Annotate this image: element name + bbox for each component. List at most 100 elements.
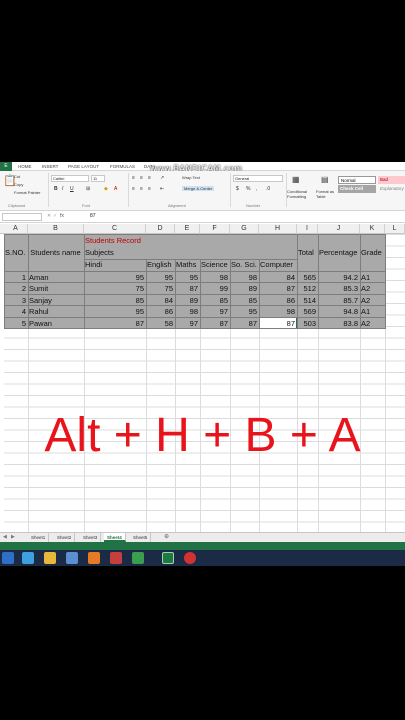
- column-header[interactable]: E: [175, 224, 200, 234]
- tab-sheet1[interactable]: Sheet1: [28, 533, 50, 542]
- alignment-group-label: Alignment: [168, 203, 186, 208]
- separator: [48, 173, 49, 207]
- header-science[interactable]: Science: [201, 259, 228, 271]
- app-icon[interactable]: [110, 552, 122, 564]
- media-icon[interactable]: [66, 552, 78, 564]
- cut-button[interactable]: Cut: [14, 174, 20, 179]
- tab-sheet3[interactable]: Sheet3: [80, 533, 102, 542]
- font-name-box[interactable]: Calibri: [51, 175, 89, 182]
- number-format-box[interactable]: General: [233, 175, 283, 182]
- tab-sheet4[interactable]: Sheet4: [104, 533, 126, 542]
- column-header[interactable]: G: [230, 224, 259, 234]
- italic-icon[interactable]: I: [62, 186, 63, 192]
- firefox-icon[interactable]: [88, 552, 100, 564]
- header-computer[interactable]: Computer: [260, 259, 295, 271]
- column-header[interactable]: J: [318, 224, 360, 234]
- percent-icon[interactable]: %: [246, 186, 250, 192]
- table-border: [385, 234, 386, 329]
- column-header[interactable]: B: [28, 224, 84, 234]
- tab-sheet2[interactable]: Sheet2: [54, 533, 76, 542]
- header-total[interactable]: Total: [298, 247, 316, 259]
- header-maths[interactable]: Maths: [176, 259, 198, 271]
- header-english[interactable]: English: [147, 259, 173, 271]
- header-percentage[interactable]: Percentage: [319, 247, 358, 259]
- folder-icon[interactable]: [44, 552, 56, 564]
- conditional-formatting-button[interactable]: Conditional Formatting: [287, 189, 313, 199]
- clipboard-group-label: Clipboard: [8, 203, 26, 208]
- style-check-cell[interactable]: Check Cell: [338, 185, 376, 193]
- table-border: [200, 259, 201, 329]
- column-header[interactable]: C: [84, 224, 146, 234]
- excel-taskbar-icon[interactable]: [162, 552, 174, 564]
- column-header[interactable]: A: [4, 224, 28, 234]
- fx-icon[interactable]: fx: [60, 213, 64, 219]
- align-right-icon[interactable]: ≡: [148, 186, 151, 192]
- copy-button[interactable]: Copy: [14, 182, 23, 187]
- style-bad[interactable]: Bad: [378, 176, 405, 184]
- header-students-name[interactable]: Students name: [29, 247, 82, 259]
- underline-icon[interactable]: U: [70, 186, 74, 192]
- column-header[interactable]: F: [200, 224, 230, 234]
- align-center-icon[interactable]: ≡: [140, 186, 143, 192]
- tab-formulas[interactable]: FORMULAS: [110, 162, 135, 171]
- name-box[interactable]: [2, 213, 42, 221]
- bandicam-icon[interactable]: [184, 552, 196, 564]
- format-as-table-button[interactable]: Format as Table: [316, 189, 336, 199]
- formula-bar: ✕ ✓ fx 87: [0, 211, 405, 223]
- header-subjects[interactable]: Subjects: [85, 247, 144, 259]
- style-explanatory[interactable]: Explanatory: [378, 185, 405, 193]
- number-group-label: Number: [246, 203, 261, 208]
- comma-icon[interactable]: ,: [256, 186, 257, 192]
- start-icon[interactable]: [2, 552, 14, 564]
- ribbon: 📋 Cut Copy Format Painter Clipboard Cali…: [0, 171, 405, 211]
- column-headers: ABCDEFGHIJKL: [0, 224, 405, 234]
- merge-center-button[interactable]: Merge & Center: [182, 186, 215, 191]
- font-color-icon[interactable]: A: [114, 186, 117, 192]
- tab-insert[interactable]: INSERT: [42, 162, 58, 171]
- orientation-icon[interactable]: ↗: [160, 175, 164, 181]
- align-left-icon[interactable]: ≡: [132, 186, 135, 192]
- tab-home[interactable]: HOME: [18, 162, 32, 171]
- next-sheet-icon[interactable]: ▶: [11, 534, 15, 540]
- header-grade[interactable]: Grade: [361, 247, 383, 259]
- borders-icon[interactable]: ⊞: [86, 186, 90, 192]
- format-as-table-icon[interactable]: ▤: [321, 175, 329, 184]
- add-sheet-icon[interactable]: ⊕: [164, 533, 169, 540]
- align-middle-icon[interactable]: ≡: [140, 175, 143, 181]
- header-sosci[interactable]: So. Sci.: [231, 259, 257, 271]
- table-border: [84, 234, 85, 329]
- align-bottom-icon[interactable]: ≡: [148, 175, 151, 181]
- table-border: [4, 234, 5, 329]
- prev-sheet-icon[interactable]: ◀: [3, 534, 7, 540]
- column-header[interactable]: K: [360, 224, 385, 234]
- conditional-formatting-icon[interactable]: ▦: [292, 175, 300, 184]
- table-border: [4, 328, 385, 329]
- format-painter-button[interactable]: Format Painter: [14, 190, 40, 195]
- column-header[interactable]: I: [297, 224, 318, 234]
- align-top-icon[interactable]: ≡: [132, 175, 135, 181]
- formula-input[interactable]: 87: [90, 213, 96, 219]
- bold-icon[interactable]: B: [54, 186, 58, 192]
- wrap-text-button[interactable]: Wrap Text: [182, 175, 200, 180]
- header-sno[interactable]: S.NO.: [5, 247, 26, 259]
- fill-color-icon[interactable]: ◆: [104, 186, 108, 192]
- chrome-icon[interactable]: [132, 552, 144, 564]
- table-border: [4, 234, 385, 235]
- ie-icon[interactable]: [22, 552, 34, 564]
- font-size-box[interactable]: 11: [91, 175, 105, 182]
- tab-sheet5[interactable]: Sheet5: [130, 533, 152, 542]
- indent-icon[interactable]: ⇤: [160, 186, 164, 192]
- style-normal[interactable]: Normal: [338, 176, 376, 184]
- column-header[interactable]: H: [259, 224, 297, 234]
- students-record-title[interactable]: Students Record: [85, 235, 144, 247]
- tab-page-layout[interactable]: PAGE LAYOUT: [68, 162, 99, 171]
- column-header[interactable]: L: [385, 224, 405, 234]
- currency-icon[interactable]: $: [236, 186, 239, 192]
- header-hindi[interactable]: Hindi: [85, 259, 144, 271]
- cancel-icon[interactable]: ✕: [47, 213, 51, 219]
- column-header[interactable]: D: [146, 224, 175, 234]
- enter-icon[interactable]: ✓: [53, 213, 57, 219]
- decimal-icon[interactable]: .0: [266, 186, 270, 192]
- file-tab[interactable]: E: [0, 162, 12, 171]
- active-cell-value[interactable]: 87: [260, 318, 295, 330]
